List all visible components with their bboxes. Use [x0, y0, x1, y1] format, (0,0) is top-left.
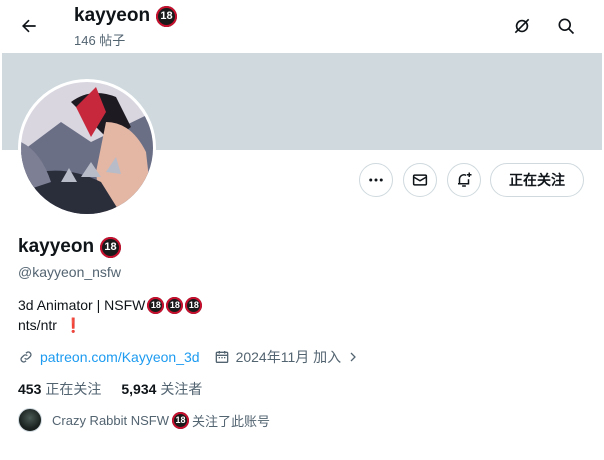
- follower-name: Crazy Rabbit NSFW: [52, 412, 170, 428]
- post-count: 146 帖子: [74, 33, 126, 48]
- follower-avatar: [18, 408, 42, 432]
- bio-text-1: 3d Animator | NSFW: [18, 297, 146, 313]
- followed-by-label: 关注了此账号: [192, 413, 271, 429]
- notifications-button[interactable]: [447, 163, 481, 197]
- adult-18-badge-icon: 18: [172, 411, 190, 429]
- exclamation-emoji-icon: ❗: [64, 317, 83, 333]
- profile-link-item: patreon.com/Kayyeon_3d: [18, 349, 200, 365]
- bio-text-2: nts/ntr: [18, 317, 57, 333]
- top-bar: kayyeon 18 146 帖子: [0, 0, 604, 53]
- chevron-right-icon: [350, 352, 357, 362]
- profile-meta: patreon.com/Kayyeon_3d 2024年11月 加入: [18, 347, 359, 367]
- followed-by[interactable]: Crazy Rabbit NSFW 18 关注了此账号: [18, 408, 270, 432]
- profile-name-text: kayyeon: [18, 236, 95, 257]
- grok-slash-icon: [514, 18, 530, 34]
- message-button[interactable]: [403, 163, 437, 197]
- join-date: 2024年11月 加入: [235, 349, 342, 365]
- more-button[interactable]: [359, 163, 393, 197]
- profile-handle: @kayyeon_nsfw: [18, 264, 121, 280]
- followers-label: 关注者: [160, 381, 203, 397]
- header-title-block: kayyeon 18 146 帖子: [74, 4, 178, 49]
- envelope-icon: [412, 174, 428, 186]
- bell-plus-icon: [458, 172, 472, 187]
- followed-by-text: Crazy Rabbit NSFW 18 关注了此账号: [52, 411, 270, 430]
- search-icon: [558, 18, 575, 35]
- search-button[interactable]: [552, 12, 580, 40]
- more-horizontal-icon: [369, 178, 383, 182]
- bio-line-2: nts/ntr ❗: [18, 315, 202, 335]
- adult-18-badge-icon: 18: [100, 236, 122, 258]
- link-icon: [20, 351, 32, 363]
- grok-button[interactable]: [508, 12, 536, 40]
- following-button[interactable]: 正在关注: [490, 163, 584, 197]
- profile-website-link[interactable]: patreon.com/Kayyeon_3d: [40, 349, 200, 365]
- followers-stat[interactable]: 5,934 关注者: [121, 379, 202, 399]
- profile-actions: 正在关注: [0, 163, 604, 199]
- followers-count: 5,934: [121, 381, 157, 397]
- following-label: 正在关注: [45, 381, 102, 397]
- back-button[interactable]: [14, 11, 44, 41]
- adult-18-badge-icon: 18: [156, 5, 178, 27]
- header-title: kayyeon 18: [74, 4, 178, 28]
- follow-stats: 453 正在关注 5,934 关注者: [18, 379, 202, 399]
- profile-bio: 3d Animator | NSFW 18 18 18 nts/ntr ❗: [18, 295, 203, 335]
- adult-18-badge-icon: 18: [166, 296, 184, 314]
- join-date-item[interactable]: 2024年11月 加入: [214, 347, 360, 367]
- following-stat[interactable]: 453 正在关注: [18, 379, 101, 399]
- adult-18-badge-icon: 18: [185, 296, 203, 314]
- arrow-left-icon: [22, 19, 36, 33]
- following-count: 453: [18, 381, 42, 397]
- adult-18-badge-icon: 18: [147, 296, 165, 314]
- bio-line-1: 3d Animator | NSFW 18 18 18: [18, 295, 203, 315]
- profile-name: kayyeon 18: [18, 236, 122, 258]
- header-title-text: kayyeon: [74, 5, 151, 26]
- calendar-icon: [215, 351, 228, 363]
